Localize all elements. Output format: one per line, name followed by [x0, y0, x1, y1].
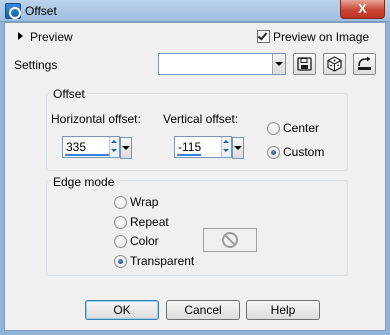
color-radio-label: Color: [130, 234, 159, 248]
chevron-down-icon: [234, 146, 242, 150]
horizontal-offset-value: 335: [66, 140, 87, 154]
transparent-radio[interactable]: [114, 255, 127, 268]
vertical-offset-spinner[interactable]: [221, 137, 231, 157]
center-radio[interactable]: [267, 122, 280, 135]
settings-combo[interactable]: [158, 53, 286, 75]
transparent-radio-label: Transparent: [130, 254, 195, 268]
chevron-down-icon: [275, 62, 283, 66]
chevron-down-icon: [122, 146, 130, 150]
reset-preset-button[interactable]: [353, 53, 376, 75]
random-preset-button[interactable]: [323, 53, 346, 75]
preview-toggle[interactable]: Preview: [30, 30, 73, 44]
reset-icon: [358, 56, 371, 70]
color-radio[interactable]: [114, 235, 127, 248]
checkmark-icon: [257, 30, 268, 41]
vertical-offset-dropdown[interactable]: [232, 137, 244, 159]
spin-down-icon[interactable]: [111, 149, 117, 152]
settings-dropdown-button[interactable]: [272, 54, 285, 74]
horizontal-offset-label: Horizontal offset:: [51, 112, 141, 126]
save-icon: [297, 57, 312, 71]
window-title: Offset: [25, 4, 57, 18]
edge-mode-group-title: Edge mode: [51, 175, 117, 189]
preview-on-image-checkbox[interactable]: [257, 30, 270, 43]
vertical-offset-slider[interactable]: [177, 154, 201, 156]
save-preset-button[interactable]: [293, 53, 316, 75]
radio-selected-dot: [118, 259, 123, 264]
spin-up-icon[interactable]: [111, 140, 117, 143]
horizontal-offset-input[interactable]: 335: [62, 136, 120, 158]
horizontal-offset-spinner[interactable]: [109, 137, 119, 157]
help-button[interactable]: Help: [246, 300, 320, 320]
cancel-button[interactable]: Cancel: [166, 300, 240, 320]
custom-radio[interactable]: [267, 146, 280, 159]
horizontal-offset-slider[interactable]: [65, 154, 109, 156]
center-radio-label: Center: [283, 121, 320, 135]
offset-group-title: Offset: [51, 87, 87, 101]
expand-preview-icon[interactable]: [18, 32, 23, 40]
title-bar: [0, 0, 390, 22]
vertical-offset-label: Vertical offset:: [163, 112, 239, 126]
edge-color-swatch[interactable]: [203, 228, 257, 252]
wrap-radio-label: Wrap: [130, 195, 159, 209]
spin-down-icon[interactable]: [223, 149, 229, 152]
spin-up-icon[interactable]: [223, 140, 229, 143]
wrap-radio[interactable]: [114, 196, 127, 209]
repeat-radio-label: Repeat: [130, 215, 169, 229]
preview-on-image-label: Preview on Image: [273, 30, 370, 44]
ok-button[interactable]: OK: [85, 300, 159, 320]
dice-icon: [327, 56, 342, 72]
horizontal-offset-dropdown[interactable]: [120, 137, 132, 159]
edge-mode-group: [46, 180, 348, 276]
settings-label: Settings: [14, 58, 58, 72]
vertical-offset-input[interactable]: -115: [174, 136, 232, 158]
radio-selected-dot: [271, 150, 276, 155]
repeat-radio[interactable]: [114, 216, 127, 229]
app-icon: [5, 3, 21, 19]
close-button[interactable]: X: [340, 0, 385, 19]
vertical-offset-value: -115: [178, 140, 202, 154]
no-color-icon: [222, 232, 238, 248]
custom-radio-label: Custom: [283, 145, 325, 159]
